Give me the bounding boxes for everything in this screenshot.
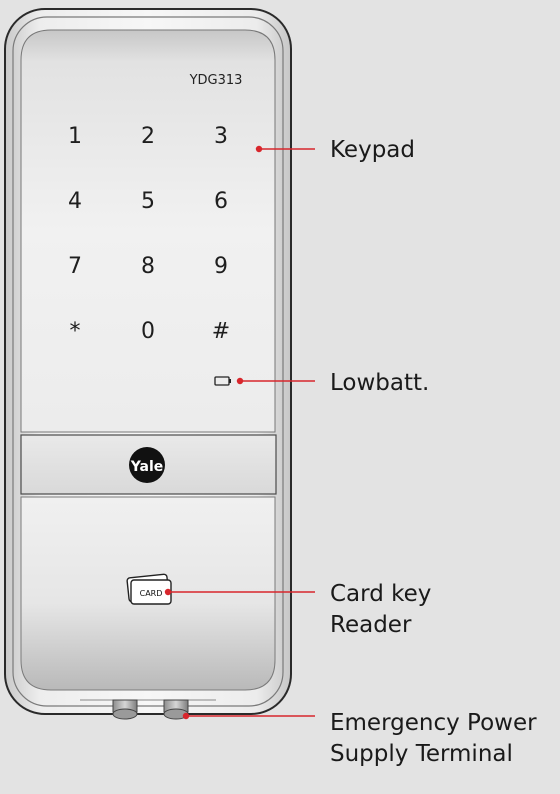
key-2: 3 bbox=[214, 124, 228, 149]
key-6: 7 bbox=[68, 254, 82, 279]
key-0: 1 bbox=[68, 124, 82, 149]
emergency-terminal-left bbox=[112, 699, 138, 720]
lowbatt-label: Lowbatt. bbox=[330, 370, 430, 396]
card-reader-label-line2: Reader bbox=[330, 612, 412, 638]
key-5: 6 bbox=[214, 189, 228, 214]
keypad-panel bbox=[20, 29, 276, 433]
key-10: 0 bbox=[141, 319, 155, 344]
key-8: 9 bbox=[214, 254, 228, 279]
key-1: 2 bbox=[141, 124, 155, 149]
key-11: # bbox=[212, 319, 230, 344]
card-reader-label: Card key Reader bbox=[330, 579, 431, 641]
key-4: 5 bbox=[141, 189, 155, 214]
model-label: YDG313 bbox=[189, 73, 243, 88]
power-terminal-label-line1: Emergency Power bbox=[330, 710, 537, 736]
keypad-label: Keypad bbox=[330, 137, 415, 163]
card-reader-label-line1: Card key bbox=[330, 581, 432, 607]
key-7: 8 bbox=[141, 254, 155, 279]
power-terminal-label: Emergency Power Supply Terminal bbox=[330, 708, 537, 770]
lock-diagram: YDG313 1 2 3 4 5 6 7 8 9 * 0 # Yale CARD bbox=[4, 8, 315, 720]
yale-logo-text: Yale bbox=[130, 459, 164, 475]
power-terminal-label-line2: Supply Terminal bbox=[330, 741, 513, 767]
key-3: 4 bbox=[68, 189, 82, 214]
key-9: * bbox=[70, 319, 81, 344]
card-icon-label: CARD bbox=[140, 589, 163, 598]
